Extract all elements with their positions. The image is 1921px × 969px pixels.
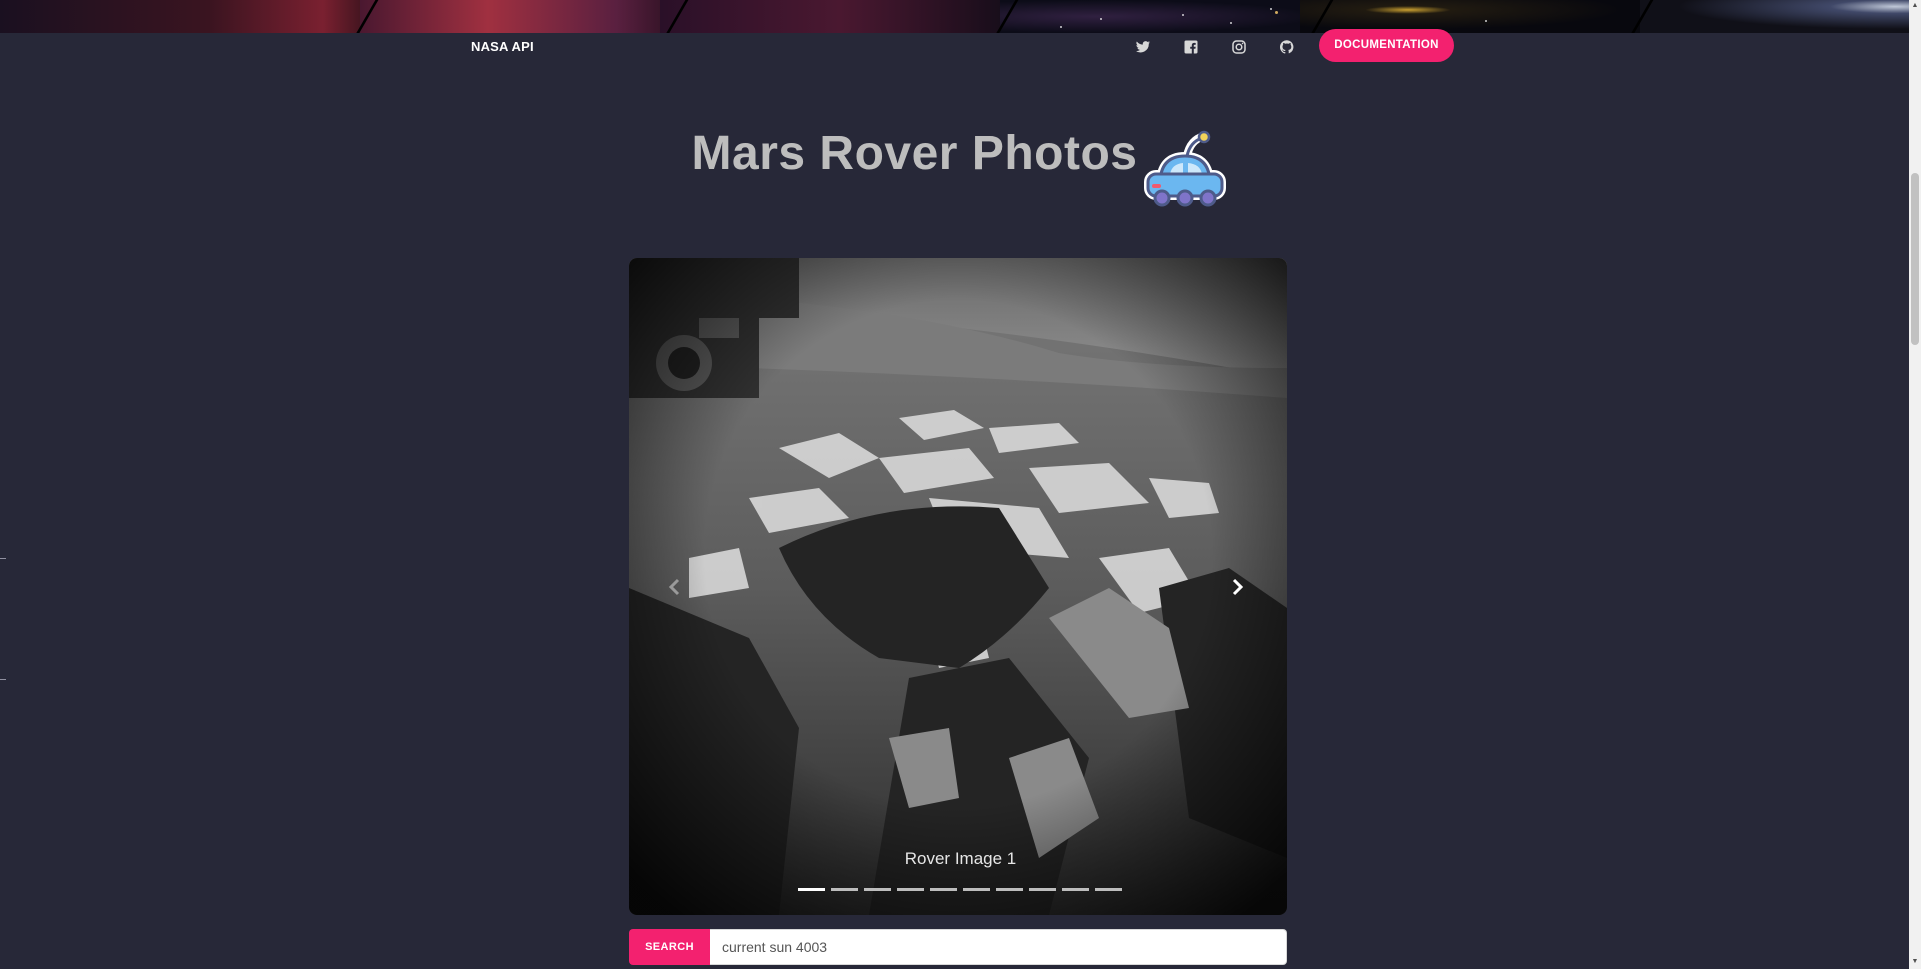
- search-input[interactable]: [710, 929, 1287, 965]
- carousel-caption: Rover Image 1: [904, 849, 1017, 868]
- carousel-indicator[interactable]: [1095, 888, 1122, 891]
- carousel-indicator[interactable]: [864, 888, 891, 891]
- carousel-indicator[interactable]: [897, 888, 924, 891]
- carousel-indicator[interactable]: [996, 888, 1023, 891]
- carousel-indicator[interactable]: [963, 888, 990, 891]
- search-bar: SEARCH: [629, 929, 1287, 965]
- rover-icon: [1144, 130, 1226, 207]
- carousel-indicator[interactable]: [798, 888, 825, 891]
- carousel-indicator[interactable]: [1062, 888, 1089, 891]
- rover-image: [629, 258, 1287, 915]
- page: NASA API DOCUMENTATION Mars Rover Photos: [0, 0, 1921, 969]
- facebook-icon[interactable]: [1181, 37, 1201, 57]
- space-banner: [0, 0, 1921, 33]
- search-button[interactable]: SEARCH: [629, 929, 710, 965]
- rover-carousel[interactable]: [629, 258, 1287, 915]
- page-title: Mars Rover Photos: [691, 127, 1138, 180]
- chevron-left-icon[interactable]: [662, 574, 686, 600]
- scrollbar[interactable]: ▲ ▼: [1909, 0, 1921, 969]
- carousel-indicator[interactable]: [831, 888, 858, 891]
- nav-brand[interactable]: NASA API: [471, 39, 534, 54]
- edge-marker: [0, 558, 6, 559]
- carousel-indicator[interactable]: [1029, 888, 1056, 891]
- carousel-indicator[interactable]: [930, 888, 957, 891]
- chevron-right-icon[interactable]: [1226, 574, 1250, 600]
- instagram-icon[interactable]: [1229, 37, 1249, 57]
- hero: Mars Rover Photos: [0, 126, 1921, 181]
- edge-marker: [0, 679, 6, 680]
- twitter-icon[interactable]: [1133, 37, 1153, 57]
- github-icon[interactable]: [1277, 37, 1297, 57]
- carousel-indicators: [798, 888, 1122, 892]
- scroll-down-icon[interactable]: ▼: [1911, 958, 1919, 966]
- scroll-thumb[interactable]: [1911, 173, 1919, 345]
- scroll-up-icon[interactable]: ▲: [1911, 2, 1919, 10]
- documentation-button[interactable]: DOCUMENTATION: [1319, 29, 1454, 62]
